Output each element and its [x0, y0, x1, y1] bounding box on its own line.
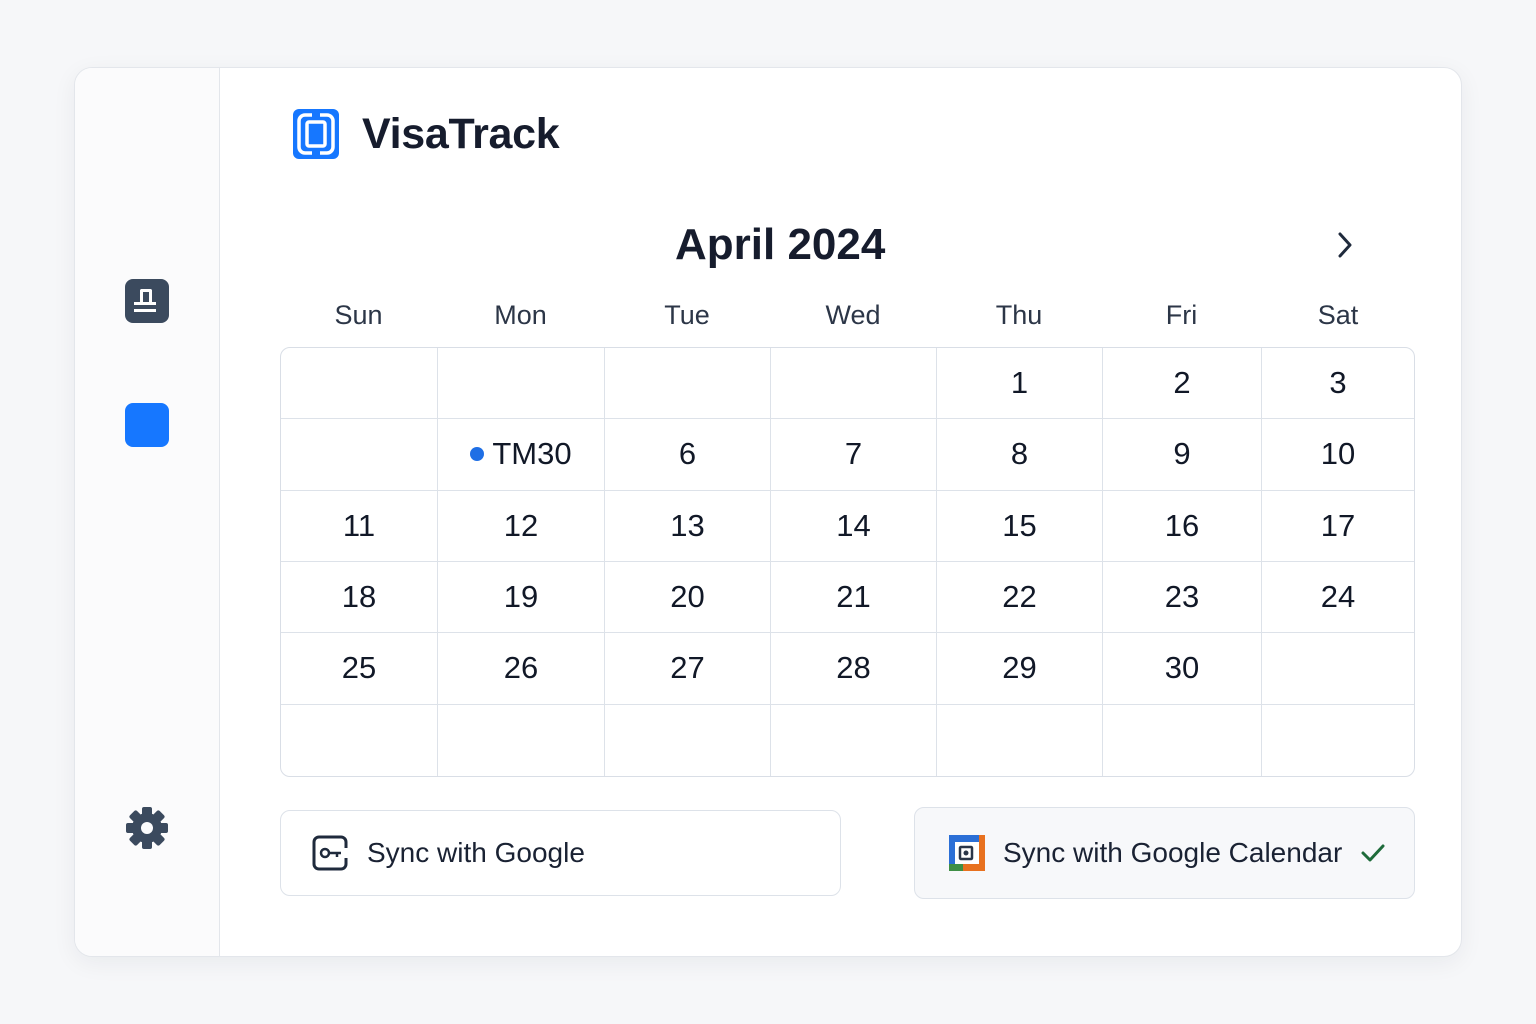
day-cell[interactable]: 14 — [771, 490, 937, 562]
app-logo-icon — [293, 109, 339, 159]
day-cell-event[interactable]: TM30 — [438, 419, 605, 491]
month-title: April 2024 — [675, 220, 886, 269]
day-cell[interactable] — [771, 348, 937, 420]
day-cell[interactable]: 6 — [605, 419, 771, 491]
day-cell[interactable]: 27 — [605, 633, 771, 705]
weekday-label: Tue — [664, 300, 710, 330]
day-cell[interactable] — [1262, 633, 1414, 705]
sync-google-calendar-button[interactable]: Sync with Google Calendar — [914, 807, 1415, 899]
day-cell[interactable]: 20 — [605, 562, 771, 634]
chevron-right-icon — [1338, 232, 1352, 258]
day-cell[interactable]: 13 — [605, 490, 771, 562]
day-cell[interactable]: 26 — [438, 633, 605, 705]
day-cell[interactable] — [438, 704, 605, 776]
weekday-label: Sun — [334, 300, 383, 330]
day-cell[interactable]: 12 — [438, 490, 605, 562]
day-cell[interactable] — [605, 704, 771, 776]
sync-key-icon — [312, 835, 349, 871]
day-cell[interactable] — [937, 704, 1103, 776]
square-icon[interactable] — [125, 403, 169, 447]
checkmark-icon — [1361, 844, 1385, 862]
weekday-header: Sun Mon Tue Wed Thu Fri Sat — [280, 300, 1415, 336]
day-cell[interactable]: 30 — [1103, 633, 1262, 705]
day-cell[interactable] — [281, 348, 438, 420]
weekday-label: Fri — [1165, 300, 1198, 330]
day-cell[interactable] — [1262, 705, 1414, 776]
sync-google-calendar-label: Sync with Google Calendar — [1003, 837, 1343, 868]
day-cell[interactable]: 9 — [1103, 419, 1262, 491]
app-window: VisaTrack April 2024 Sun Mon Tue Wed Thu… — [74, 67, 1462, 957]
clipboard-icon[interactable] — [125, 279, 169, 323]
day-cell[interactable] — [771, 704, 937, 776]
day-cell[interactable]: 19 — [438, 562, 605, 634]
day-cell[interactable]: 21 — [771, 562, 937, 634]
day-cell[interactable]: 3 — [1262, 348, 1414, 420]
gear-icon[interactable] — [124, 805, 170, 851]
next-month-button[interactable] — [1330, 230, 1360, 260]
weekday-label: Mon — [494, 300, 547, 330]
day-cell[interactable]: 25 — [281, 633, 438, 705]
weekday-label: Wed — [825, 300, 881, 330]
day-cell[interactable]: 7 — [771, 419, 937, 491]
day-cell[interactable]: 16 — [1103, 490, 1262, 562]
day-cell[interactable]: 24 — [1262, 562, 1414, 634]
sync-google-label: Sync with Google — [367, 837, 585, 868]
weekday-label: Thu — [995, 300, 1043, 330]
day-cell[interactable] — [605, 348, 771, 420]
event-label: TM30 — [492, 436, 572, 472]
event-dot-icon — [470, 447, 485, 462]
day-cell[interactable]: 22 — [937, 562, 1103, 634]
day-cell[interactable] — [438, 348, 605, 420]
day-cell[interactable]: 28 — [771, 633, 937, 705]
day-cell[interactable]: 8 — [937, 419, 1103, 491]
day-cell[interactable]: 18 — [281, 562, 438, 634]
day-cell[interactable] — [281, 419, 438, 491]
weekday-label: Sat — [1317, 300, 1359, 330]
google-calendar-icon — [949, 835, 985, 871]
app-title: VisaTrack — [362, 110, 560, 158]
day-cell[interactable]: 10 — [1262, 419, 1414, 491]
day-cell[interactable] — [281, 704, 438, 776]
sidebar — [75, 68, 220, 956]
day-cell[interactable]: 11 — [281, 490, 438, 562]
sync-google-button[interactable]: Sync with Google — [280, 810, 841, 896]
day-cell[interactable]: 1 — [937, 348, 1103, 420]
day-cell[interactable] — [1103, 704, 1262, 776]
main-content: VisaTrack April 2024 Sun Mon Tue Wed Thu… — [220, 68, 1461, 956]
calendar-grid: 1 2 3 TM30 6 7 8 9 10 11 12 13 14 15 16 … — [280, 347, 1415, 777]
day-cell[interactable]: 29 — [937, 633, 1103, 705]
day-cell[interactable]: 17 — [1262, 491, 1414, 562]
day-cell[interactable]: 15 — [937, 490, 1103, 562]
day-cell[interactable]: 2 — [1103, 348, 1262, 420]
day-cell[interactable]: 23 — [1103, 562, 1262, 634]
